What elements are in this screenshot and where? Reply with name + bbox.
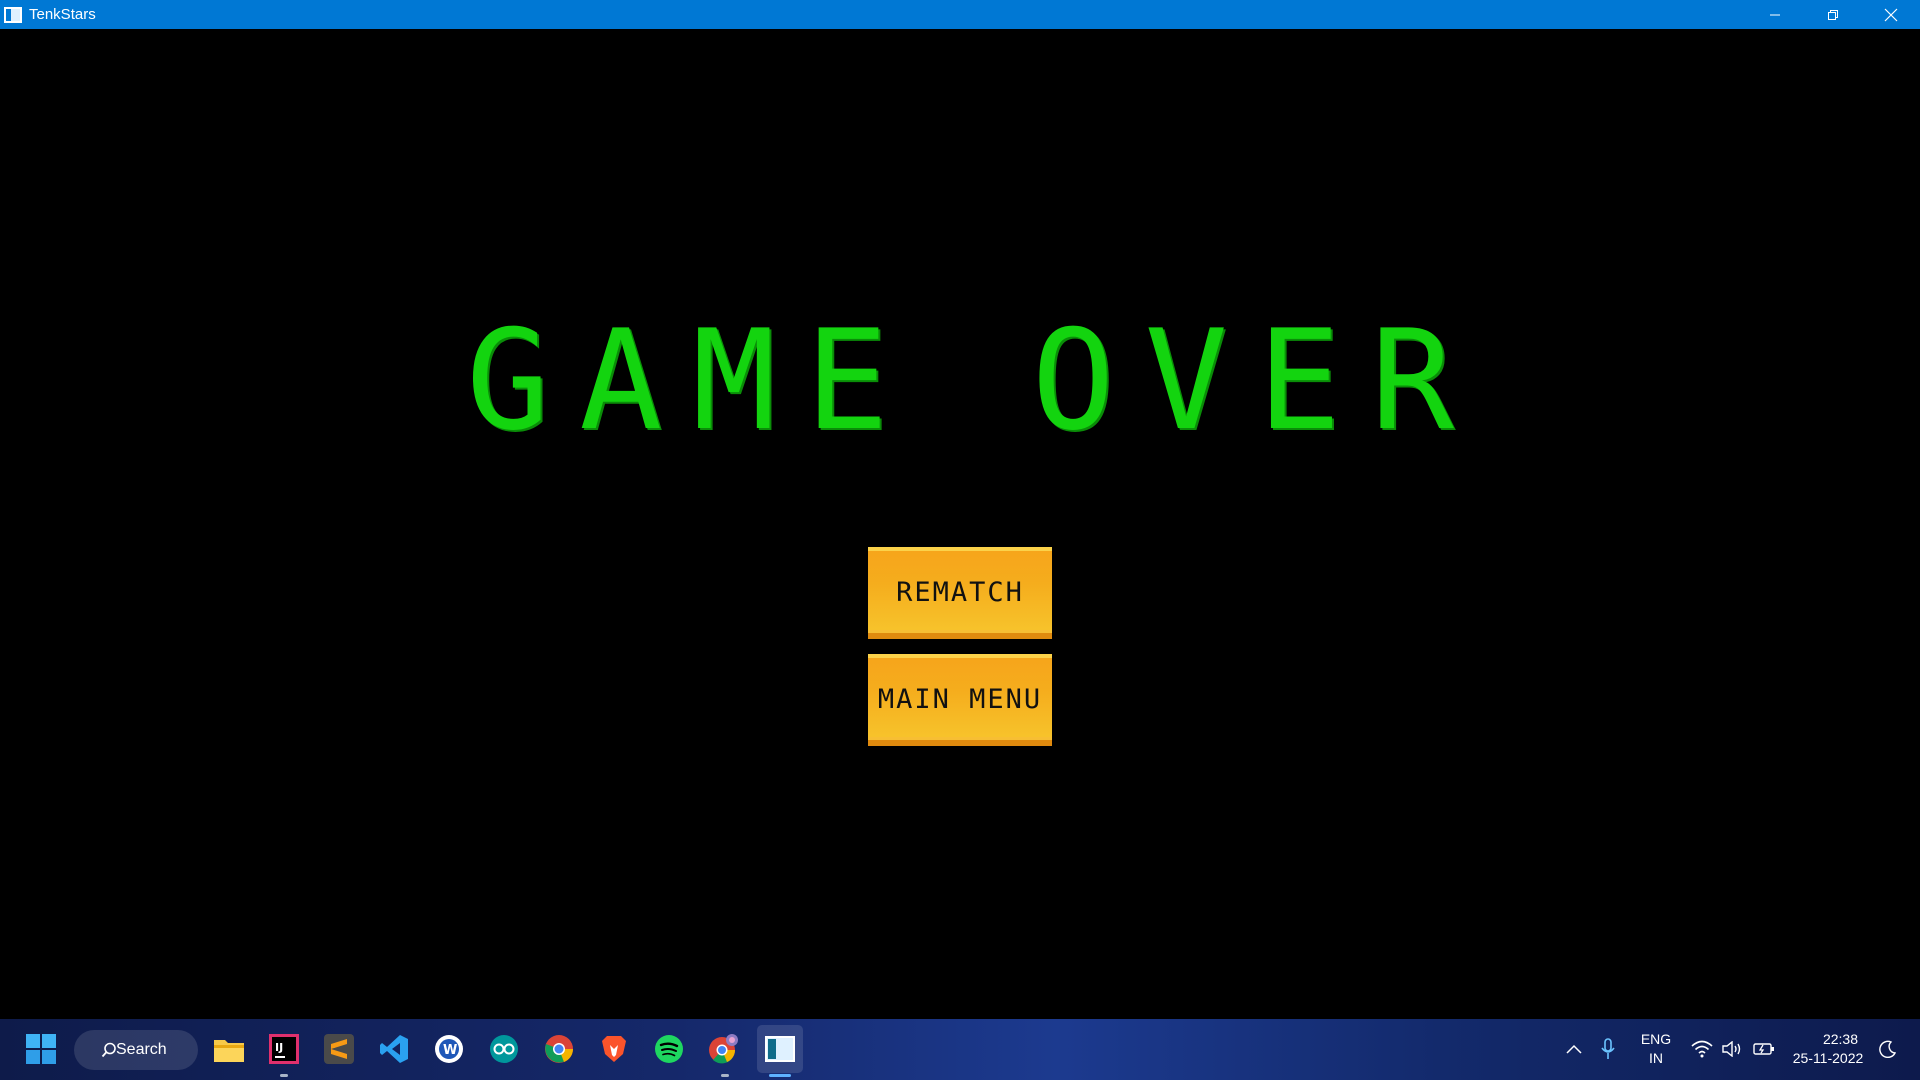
- arduino-icon[interactable]: [482, 1027, 526, 1071]
- intellij-icon[interactable]: IJ: [262, 1027, 306, 1071]
- language-code: ENG: [1640, 1031, 1672, 1047]
- svg-text:IJ: IJ: [275, 1041, 283, 1054]
- file-explorer-icon[interactable]: [207, 1027, 251, 1071]
- spotify-icon[interactable]: [647, 1027, 691, 1071]
- close-button[interactable]: [1862, 0, 1920, 29]
- window-title-bar: TenkStars: [0, 0, 1920, 29]
- intellij-running-indicator: [280, 1074, 288, 1077]
- brave-icon[interactable]: [592, 1027, 636, 1071]
- rematch-button[interactable]: REMATCH: [868, 547, 1052, 639]
- close-icon: [1884, 8, 1898, 21]
- clock-date: 25-11-2022: [1792, 1050, 1864, 1066]
- windows-start-icon[interactable]: [19, 1027, 63, 1071]
- taskbar: Search IJ W ENG IN 22:38 25-11-2022: [0, 1019, 1920, 1080]
- svg-text:W: W: [443, 1043, 457, 1058]
- game-over-heading: GAME OVER: [466, 300, 1484, 461]
- window-title: TenkStars: [29, 6, 96, 23]
- clock[interactable]: 22:38 25-11-2022: [1788, 1030, 1868, 1068]
- minimize-button[interactable]: [1746, 0, 1804, 29]
- chrome-icon[interactable]: [537, 1027, 581, 1071]
- restore-icon: [1828, 9, 1838, 20]
- sublime-text-icon[interactable]: [317, 1027, 361, 1071]
- minimize-icon: [1770, 14, 1780, 15]
- search-label: Search: [116, 1041, 167, 1058]
- battery-icon[interactable]: [1744, 1027, 1784, 1071]
- clock-time: 22:38: [1822, 1031, 1858, 1047]
- search-icon: [101, 1042, 116, 1058]
- app-window-icon: [4, 6, 22, 23]
- language-indicator[interactable]: ENG IN: [1636, 1030, 1676, 1068]
- taskbar-search[interactable]: Search: [74, 1030, 198, 1070]
- microphone-icon[interactable]: [1586, 1027, 1630, 1071]
- word-app-icon[interactable]: W: [427, 1027, 471, 1071]
- language-region: IN: [1649, 1050, 1663, 1066]
- tenkstars-app-icon[interactable]: [758, 1027, 802, 1071]
- do-not-disturb-moon-icon[interactable]: [1868, 1027, 1908, 1071]
- restore-button[interactable]: [1804, 0, 1862, 29]
- game-canvas: GAME OVER REMATCH MAIN MENU: [0, 29, 1920, 1019]
- active-app-indicator: [769, 1074, 791, 1077]
- chrome-running-indicator: [721, 1074, 729, 1077]
- vscode-icon[interactable]: [372, 1027, 416, 1071]
- chrome-profile-icon[interactable]: [702, 1027, 746, 1071]
- main-menu-button[interactable]: MAIN MENU: [868, 654, 1052, 746]
